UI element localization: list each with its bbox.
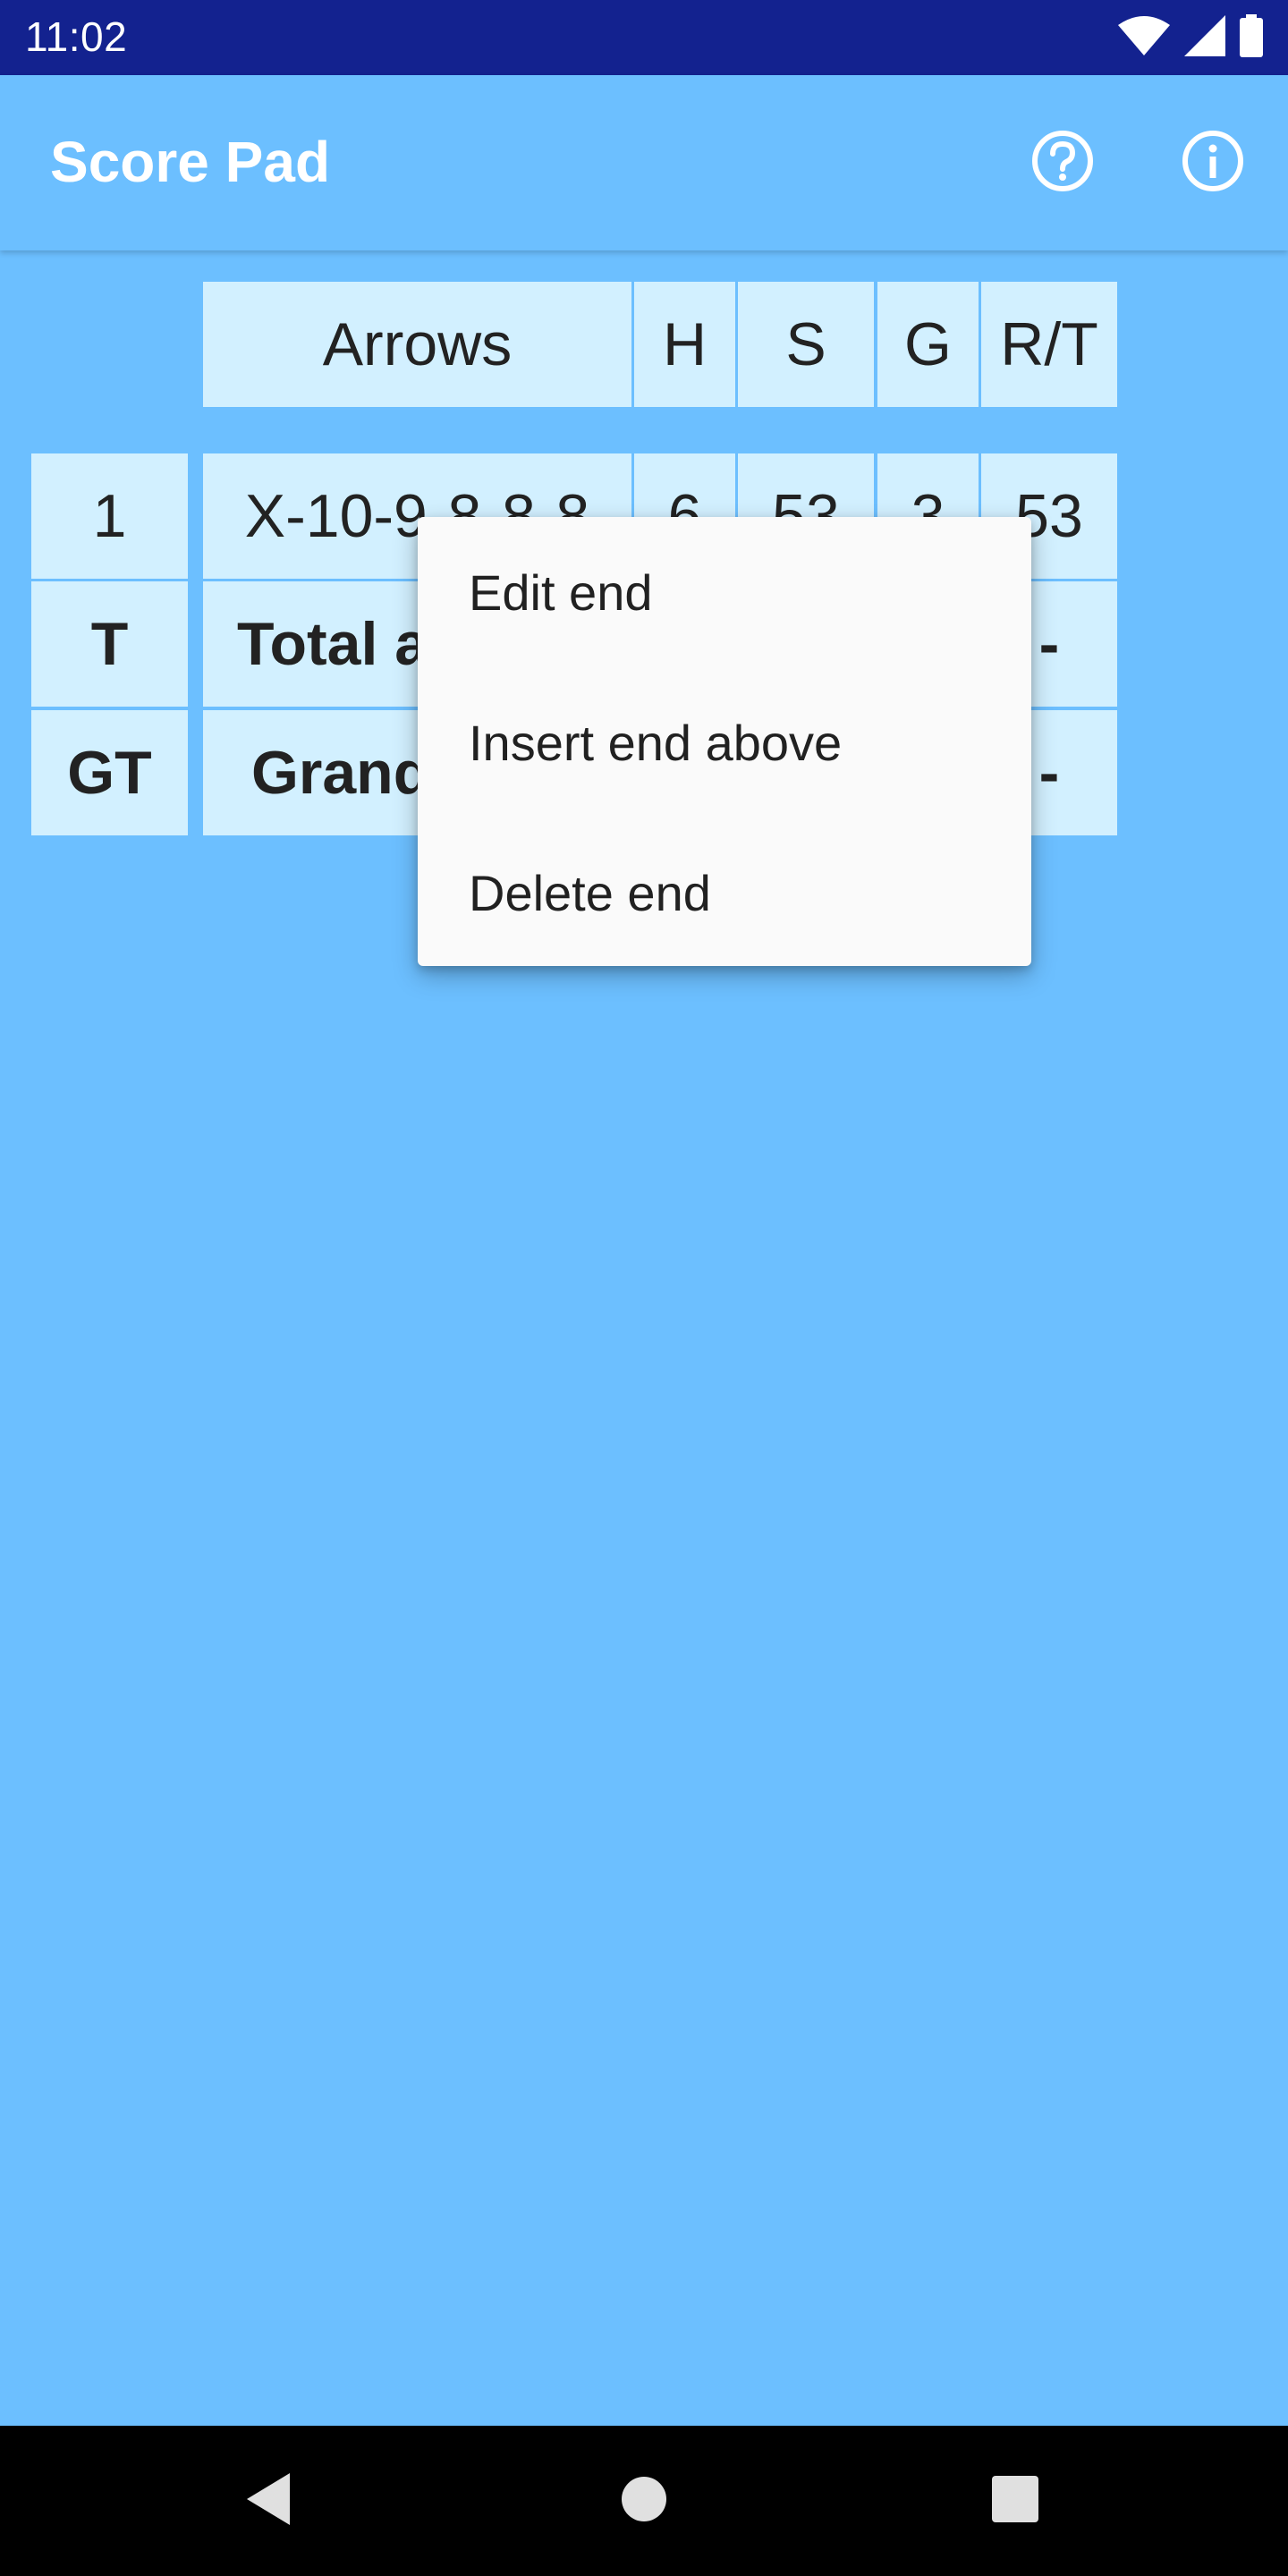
menu-item-insert-end-above[interactable]: Insert end above [418, 667, 1031, 818]
row-1-label[interactable]: 1 [31, 453, 188, 579]
header-rt: R/T [981, 282, 1117, 407]
menu-item-edit-end[interactable]: Edit end [418, 517, 1031, 667]
app-title: Score Pad [50, 130, 331, 194]
menu-item-delete-end[interactable]: Delete end [418, 818, 1031, 968]
navigation-bar [0, 2426, 1288, 2576]
status-icons [1118, 13, 1263, 62]
context-menu: Edit end Insert end above Delete end [418, 517, 1031, 966]
home-icon [619, 2474, 669, 2529]
status-bar: 11:02 [0, 0, 1288, 75]
back-button[interactable] [224, 2456, 313, 2546]
grand-total-label: GT [31, 710, 188, 835]
status-time: 11:02 [25, 13, 128, 60]
signal-icon [1184, 14, 1225, 61]
total-label: T [31, 581, 188, 707]
header-g: G [877, 282, 979, 407]
header-arrows: Arrows [203, 282, 631, 407]
header-h: H [634, 282, 735, 407]
back-icon [243, 2471, 293, 2531]
help-icon [1030, 129, 1095, 198]
header-s: S [738, 282, 874, 407]
home-button[interactable] [599, 2456, 689, 2546]
info-icon [1181, 129, 1245, 198]
help-button[interactable] [1025, 125, 1100, 200]
info-button[interactable] [1175, 125, 1250, 200]
battery-icon [1240, 13, 1263, 62]
recents-icon [992, 2475, 1038, 2527]
wifi-icon [1118, 15, 1170, 60]
recents-button[interactable] [970, 2456, 1060, 2546]
app-bar: Score Pad [0, 75, 1288, 250]
